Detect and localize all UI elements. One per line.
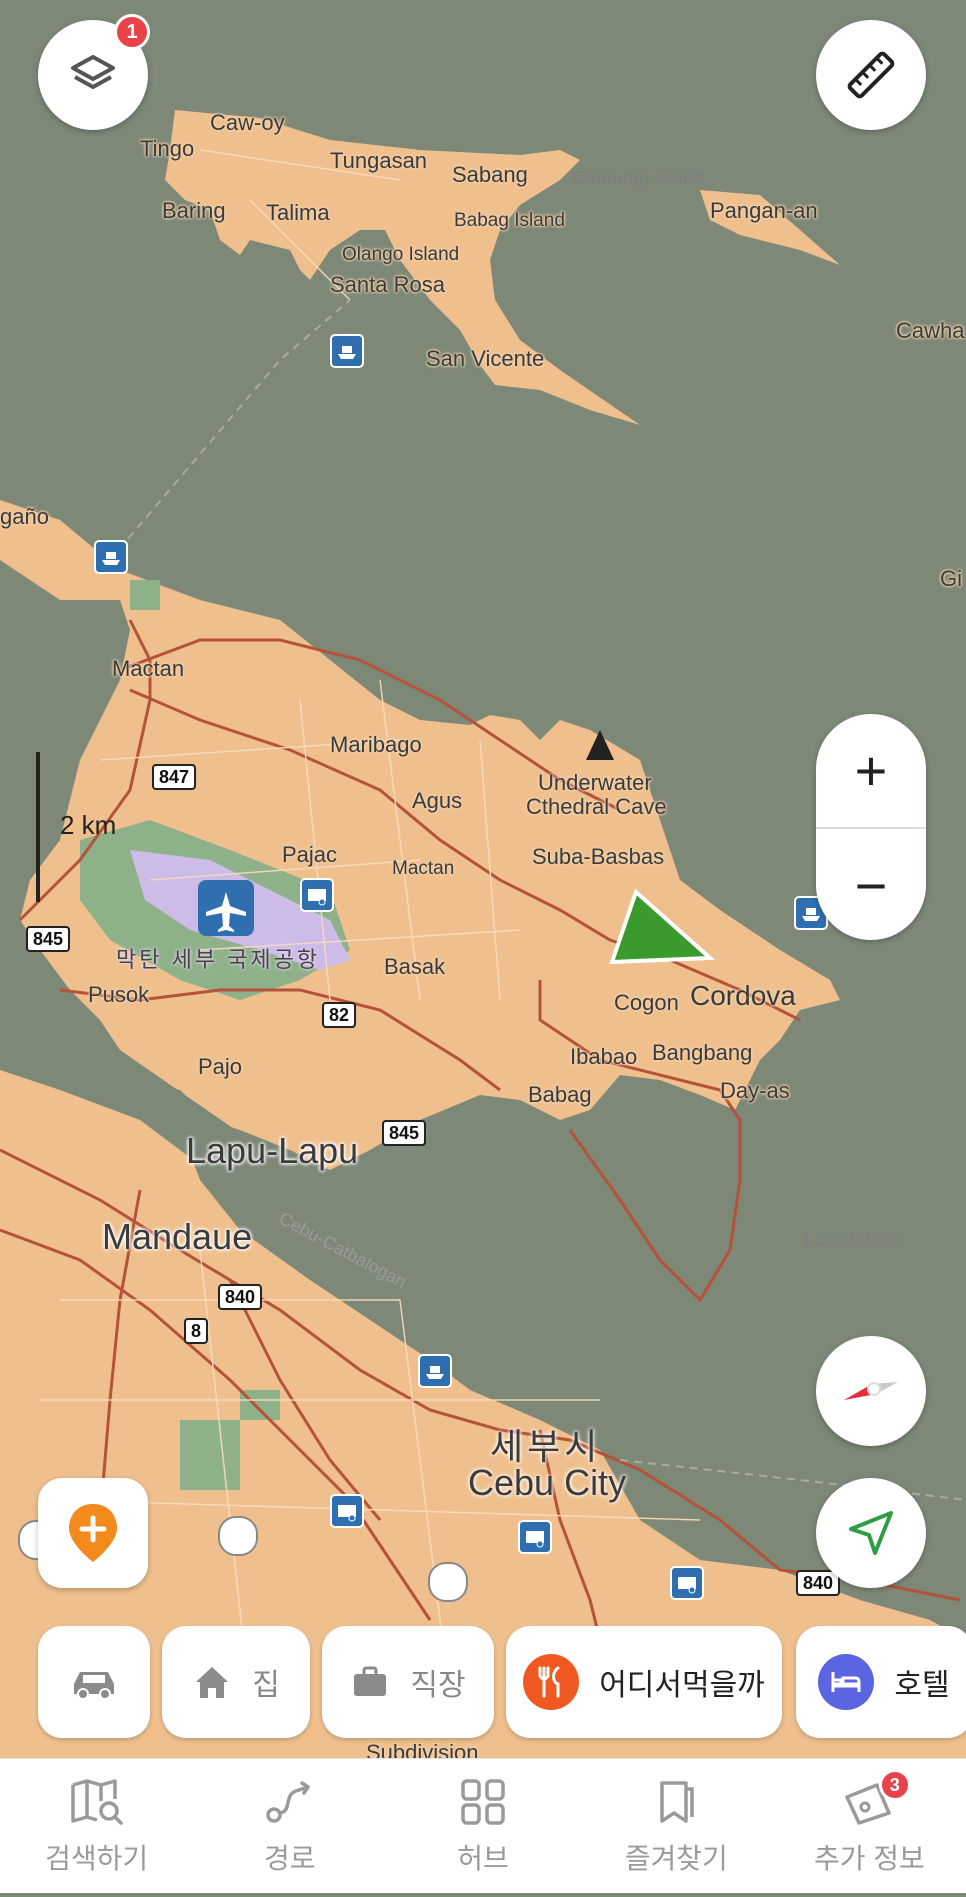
ruler-icon bbox=[847, 51, 895, 99]
car-chip[interactable] bbox=[38, 1626, 150, 1738]
nav-more[interactable]: 추가 정보 3 bbox=[773, 1759, 966, 1893]
rv-park-icon[interactable] bbox=[330, 1494, 364, 1528]
nav-favorites[interactable]: 즐겨찾기 bbox=[580, 1759, 773, 1893]
nav-hub-label: 허브 bbox=[457, 1843, 509, 1874]
route-shield: 840 bbox=[218, 1284, 263, 1310]
place-label: Suba-Basbas bbox=[532, 844, 665, 869]
nav-more-label: 추가 정보 bbox=[814, 1843, 925, 1874]
route-shield: 8 bbox=[184, 1318, 209, 1344]
nav-search-label: 검색하기 bbox=[45, 1843, 149, 1874]
scale-label: 2 km bbox=[60, 810, 117, 840]
nav-route[interactable]: 경로 bbox=[193, 1759, 386, 1893]
zoom-out-button[interactable]: − bbox=[816, 829, 926, 942]
poi-label: Cthedral Cave bbox=[526, 794, 667, 819]
place-label: Babag bbox=[528, 1082, 592, 1107]
nav-search[interactable]: 검색하기 bbox=[0, 1759, 193, 1893]
place-label: Mactan bbox=[112, 656, 185, 681]
ferry-icon[interactable] bbox=[418, 1354, 452, 1388]
bottom-nav: 검색하기 경로 허브 즐겨찾기 추가 정보 3 bbox=[0, 1758, 966, 1893]
ferry-icon[interactable] bbox=[330, 334, 364, 368]
place-label: San Vicente bbox=[426, 346, 545, 371]
place-label: Tungasan bbox=[330, 148, 428, 173]
place-label: Cordova bbox=[690, 980, 796, 1011]
rv-park-icon[interactable] bbox=[670, 1566, 704, 1600]
place-label: Maribago bbox=[330, 732, 422, 757]
island-label: Olango Island bbox=[342, 244, 460, 265]
city-label: Cebu City bbox=[468, 1462, 627, 1503]
rv-park-icon[interactable] bbox=[518, 1520, 552, 1554]
home-label: 집 bbox=[252, 1669, 280, 1702]
place-label: Ibabao bbox=[570, 1044, 638, 1069]
place-label: Pajo bbox=[198, 1054, 243, 1079]
zoom-in-button[interactable]: + bbox=[816, 714, 926, 827]
place-label: Pajac bbox=[282, 842, 338, 867]
compass-icon bbox=[844, 1382, 898, 1400]
place-label: Santa Rosa bbox=[330, 272, 445, 297]
work-chip[interactable]: 직장 bbox=[322, 1626, 494, 1738]
island-label: Lava Island bbox=[804, 1230, 902, 1251]
place-label: Agus bbox=[412, 788, 463, 813]
route-shield: 82 bbox=[322, 1002, 357, 1028]
place-label: Mactan bbox=[392, 858, 455, 879]
island-label: Babag Island bbox=[454, 210, 565, 231]
island-label: Camungi Island bbox=[572, 168, 705, 189]
place-label: Talima bbox=[266, 200, 330, 225]
route-shield: 847 bbox=[152, 764, 197, 790]
food-label: 어디서먹을까 bbox=[599, 1669, 765, 1702]
home-icon bbox=[196, 1667, 229, 1698]
add-place-button[interactable] bbox=[38, 1478, 148, 1588]
layers-badge: 1 bbox=[114, 14, 150, 50]
place-label: Cogon bbox=[614, 990, 679, 1015]
my-location-button[interactable] bbox=[816, 1478, 926, 1588]
scale-bar bbox=[36, 752, 40, 902]
city-label: Lapu-Lapu bbox=[186, 1130, 359, 1171]
place-label: Pusok bbox=[88, 982, 150, 1007]
map-search-icon bbox=[70, 1779, 123, 1825]
hotel-chip[interactable]: 호텔 bbox=[796, 1626, 966, 1738]
add-pin-icon bbox=[69, 1504, 117, 1562]
place-label: Caw-oy bbox=[210, 110, 285, 135]
place-label: Tingo bbox=[140, 136, 195, 161]
place-label: gaño bbox=[0, 504, 49, 529]
map-canvas[interactable]: Caw-oy Tingo Tungasan Sabang Camungi Isl… bbox=[0, 0, 966, 1892]
place-label: Gi bbox=[940, 566, 962, 591]
nav-route-label: 경로 bbox=[264, 1843, 316, 1874]
navigation-arrow-icon bbox=[849, 1511, 893, 1555]
place-label: Day-as bbox=[720, 1078, 790, 1103]
poi-pin-icon[interactable] bbox=[218, 1516, 258, 1556]
hotel-label: 호텔 bbox=[894, 1669, 950, 1702]
food-chip[interactable]: 어디서먹을까 bbox=[506, 1626, 782, 1738]
home-chip[interactable]: 집 bbox=[162, 1626, 310, 1738]
hotel-bed-icon bbox=[818, 1654, 875, 1710]
ferry-icon[interactable] bbox=[94, 540, 128, 574]
route-shield: 845 bbox=[26, 926, 71, 952]
airport-label: 막탄 세부 국제공항 bbox=[116, 947, 321, 972]
nav-hub[interactable]: 허브 bbox=[386, 1759, 579, 1893]
city-label: Mandaue bbox=[102, 1216, 253, 1257]
place-label: Basak bbox=[384, 954, 446, 979]
grid-icon bbox=[461, 1779, 505, 1825]
car-icon bbox=[74, 1672, 114, 1700]
more-badge: 3 bbox=[878, 1769, 911, 1801]
restaurant-icon bbox=[523, 1654, 580, 1710]
route-icon bbox=[266, 1781, 310, 1823]
briefcase-icon bbox=[354, 1666, 387, 1696]
zoom-control: + − bbox=[816, 714, 926, 940]
place-label: Pangan-an bbox=[710, 198, 818, 223]
place-label: Baring bbox=[162, 198, 226, 223]
poi-label: Underwater bbox=[538, 770, 652, 795]
nav-favorites-label: 즐겨찾기 bbox=[624, 1843, 728, 1874]
route-shield: 845 bbox=[382, 1120, 427, 1146]
poi-pin-icon[interactable] bbox=[428, 1562, 468, 1602]
layers-icon bbox=[71, 55, 115, 89]
place-label: Cawha bbox=[896, 318, 965, 343]
bookmark-icon bbox=[660, 1781, 694, 1823]
compass-button[interactable] bbox=[816, 1336, 926, 1446]
rv-park-icon[interactable] bbox=[300, 878, 334, 912]
work-label: 직장 bbox=[410, 1669, 466, 1702]
place-label: Sabang bbox=[452, 162, 528, 187]
measure-button[interactable] bbox=[816, 20, 926, 130]
place-label: Bangbang bbox=[652, 1040, 753, 1065]
